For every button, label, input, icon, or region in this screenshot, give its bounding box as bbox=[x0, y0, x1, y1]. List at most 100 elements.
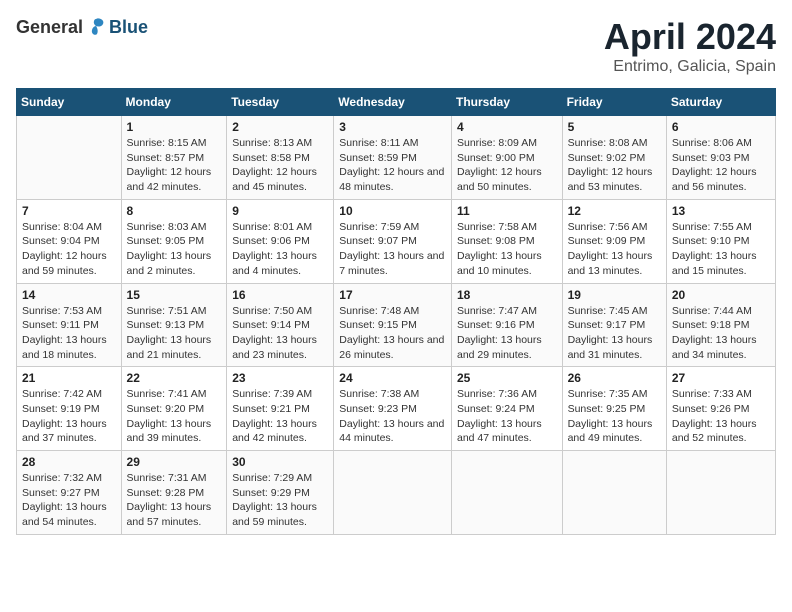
col-header-thursday: Thursday bbox=[451, 89, 562, 116]
day-number: 19 bbox=[568, 288, 661, 302]
day-cell: 25 Sunrise: 7:36 AMSunset: 9:24 PMDaylig… bbox=[451, 367, 562, 451]
day-info: Sunrise: 8:03 AMSunset: 9:05 PMDaylight:… bbox=[127, 220, 222, 279]
day-info: Sunrise: 7:29 AMSunset: 9:29 PMDaylight:… bbox=[232, 471, 328, 530]
day-info: Sunrise: 8:13 AMSunset: 8:58 PMDaylight:… bbox=[232, 136, 328, 195]
day-info: Sunrise: 7:47 AMSunset: 9:16 PMDaylight:… bbox=[457, 304, 557, 363]
day-number: 7 bbox=[22, 204, 116, 218]
title-area: April 2024 Entrimo, Galicia, Spain bbox=[604, 16, 776, 76]
day-cell: 5 Sunrise: 8:08 AMSunset: 9:02 PMDayligh… bbox=[562, 116, 666, 200]
day-number: 25 bbox=[457, 371, 557, 385]
day-info: Sunrise: 7:58 AMSunset: 9:08 PMDaylight:… bbox=[457, 220, 557, 279]
day-info: Sunrise: 7:36 AMSunset: 9:24 PMDaylight:… bbox=[457, 387, 557, 446]
day-number: 30 bbox=[232, 455, 328, 469]
day-number: 6 bbox=[672, 120, 770, 134]
day-cell: 9 Sunrise: 8:01 AMSunset: 9:06 PMDayligh… bbox=[227, 199, 334, 283]
week-row-2: 7 Sunrise: 8:04 AMSunset: 9:04 PMDayligh… bbox=[17, 199, 776, 283]
day-number: 3 bbox=[339, 120, 446, 134]
day-info: Sunrise: 7:59 AMSunset: 9:07 PMDaylight:… bbox=[339, 220, 446, 279]
day-number: 20 bbox=[672, 288, 770, 302]
day-number: 15 bbox=[127, 288, 222, 302]
day-info: Sunrise: 8:09 AMSunset: 9:00 PMDaylight:… bbox=[457, 136, 557, 195]
day-cell: 29 Sunrise: 7:31 AMSunset: 9:28 PMDaylig… bbox=[121, 451, 227, 535]
day-info: Sunrise: 7:48 AMSunset: 9:15 PMDaylight:… bbox=[339, 304, 446, 363]
day-cell: 10 Sunrise: 7:59 AMSunset: 9:07 PMDaylig… bbox=[334, 199, 452, 283]
logo-bird-icon bbox=[85, 16, 107, 38]
day-number: 28 bbox=[22, 455, 116, 469]
day-info: Sunrise: 8:04 AMSunset: 9:04 PMDaylight:… bbox=[22, 220, 116, 279]
day-cell: 1 Sunrise: 8:15 AMSunset: 8:57 PMDayligh… bbox=[121, 116, 227, 200]
day-info: Sunrise: 7:53 AMSunset: 9:11 PMDaylight:… bbox=[22, 304, 116, 363]
day-cell: 27 Sunrise: 7:33 AMSunset: 9:26 PMDaylig… bbox=[666, 367, 775, 451]
calendar-header-row: SundayMondayTuesdayWednesdayThursdayFrid… bbox=[17, 89, 776, 116]
day-cell: 28 Sunrise: 7:32 AMSunset: 9:27 PMDaylig… bbox=[17, 451, 122, 535]
day-cell: 17 Sunrise: 7:48 AMSunset: 9:15 PMDaylig… bbox=[334, 283, 452, 367]
day-info: Sunrise: 7:51 AMSunset: 9:13 PMDaylight:… bbox=[127, 304, 222, 363]
day-number: 22 bbox=[127, 371, 222, 385]
day-number: 4 bbox=[457, 120, 557, 134]
week-row-5: 28 Sunrise: 7:32 AMSunset: 9:27 PMDaylig… bbox=[17, 451, 776, 535]
day-info: Sunrise: 8:11 AMSunset: 8:59 PMDaylight:… bbox=[339, 136, 446, 195]
day-info: Sunrise: 7:35 AMSunset: 9:25 PMDaylight:… bbox=[568, 387, 661, 446]
day-number: 13 bbox=[672, 204, 770, 218]
day-info: Sunrise: 7:44 AMSunset: 9:18 PMDaylight:… bbox=[672, 304, 770, 363]
day-info: Sunrise: 8:06 AMSunset: 9:03 PMDaylight:… bbox=[672, 136, 770, 195]
day-cell: 24 Sunrise: 7:38 AMSunset: 9:23 PMDaylig… bbox=[334, 367, 452, 451]
day-info: Sunrise: 7:32 AMSunset: 9:27 PMDaylight:… bbox=[22, 471, 116, 530]
day-cell bbox=[451, 451, 562, 535]
day-cell: 19 Sunrise: 7:45 AMSunset: 9:17 PMDaylig… bbox=[562, 283, 666, 367]
week-row-1: 1 Sunrise: 8:15 AMSunset: 8:57 PMDayligh… bbox=[17, 116, 776, 200]
day-cell: 26 Sunrise: 7:35 AMSunset: 9:25 PMDaylig… bbox=[562, 367, 666, 451]
day-number: 16 bbox=[232, 288, 328, 302]
day-cell: 20 Sunrise: 7:44 AMSunset: 9:18 PMDaylig… bbox=[666, 283, 775, 367]
day-cell: 15 Sunrise: 7:51 AMSunset: 9:13 PMDaylig… bbox=[121, 283, 227, 367]
day-cell bbox=[17, 116, 122, 200]
day-info: Sunrise: 7:38 AMSunset: 9:23 PMDaylight:… bbox=[339, 387, 446, 446]
day-number: 14 bbox=[22, 288, 116, 302]
logo-text-general: General bbox=[16, 17, 83, 38]
day-number: 21 bbox=[22, 371, 116, 385]
day-info: Sunrise: 7:42 AMSunset: 9:19 PMDaylight:… bbox=[22, 387, 116, 446]
day-number: 5 bbox=[568, 120, 661, 134]
day-info: Sunrise: 8:15 AMSunset: 8:57 PMDaylight:… bbox=[127, 136, 222, 195]
col-header-friday: Friday bbox=[562, 89, 666, 116]
week-row-4: 21 Sunrise: 7:42 AMSunset: 9:19 PMDaylig… bbox=[17, 367, 776, 451]
day-cell bbox=[666, 451, 775, 535]
day-cell: 30 Sunrise: 7:29 AMSunset: 9:29 PMDaylig… bbox=[227, 451, 334, 535]
day-info: Sunrise: 7:45 AMSunset: 9:17 PMDaylight:… bbox=[568, 304, 661, 363]
day-cell: 13 Sunrise: 7:55 AMSunset: 9:10 PMDaylig… bbox=[666, 199, 775, 283]
day-number: 24 bbox=[339, 371, 446, 385]
day-info: Sunrise: 7:50 AMSunset: 9:14 PMDaylight:… bbox=[232, 304, 328, 363]
logo: General Blue bbox=[16, 16, 148, 38]
day-info: Sunrise: 7:56 AMSunset: 9:09 PMDaylight:… bbox=[568, 220, 661, 279]
day-cell bbox=[334, 451, 452, 535]
day-cell bbox=[562, 451, 666, 535]
day-number: 9 bbox=[232, 204, 328, 218]
day-number: 10 bbox=[339, 204, 446, 218]
day-number: 29 bbox=[127, 455, 222, 469]
day-number: 17 bbox=[339, 288, 446, 302]
day-cell: 8 Sunrise: 8:03 AMSunset: 9:05 PMDayligh… bbox=[121, 199, 227, 283]
day-cell: 3 Sunrise: 8:11 AMSunset: 8:59 PMDayligh… bbox=[334, 116, 452, 200]
col-header-monday: Monday bbox=[121, 89, 227, 116]
day-info: Sunrise: 7:31 AMSunset: 9:28 PMDaylight:… bbox=[127, 471, 222, 530]
day-number: 2 bbox=[232, 120, 328, 134]
day-number: 23 bbox=[232, 371, 328, 385]
main-title: April 2024 bbox=[604, 16, 776, 58]
day-number: 11 bbox=[457, 204, 557, 218]
day-number: 18 bbox=[457, 288, 557, 302]
day-cell: 12 Sunrise: 7:56 AMSunset: 9:09 PMDaylig… bbox=[562, 199, 666, 283]
day-cell: 11 Sunrise: 7:58 AMSunset: 9:08 PMDaylig… bbox=[451, 199, 562, 283]
day-cell: 6 Sunrise: 8:06 AMSunset: 9:03 PMDayligh… bbox=[666, 116, 775, 200]
day-cell: 2 Sunrise: 8:13 AMSunset: 8:58 PMDayligh… bbox=[227, 116, 334, 200]
day-number: 27 bbox=[672, 371, 770, 385]
day-cell: 21 Sunrise: 7:42 AMSunset: 9:19 PMDaylig… bbox=[17, 367, 122, 451]
day-info: Sunrise: 7:33 AMSunset: 9:26 PMDaylight:… bbox=[672, 387, 770, 446]
subtitle: Entrimo, Galicia, Spain bbox=[604, 58, 776, 76]
week-row-3: 14 Sunrise: 7:53 AMSunset: 9:11 PMDaylig… bbox=[17, 283, 776, 367]
col-header-sunday: Sunday bbox=[17, 89, 122, 116]
day-info: Sunrise: 8:01 AMSunset: 9:06 PMDaylight:… bbox=[232, 220, 328, 279]
day-cell: 18 Sunrise: 7:47 AMSunset: 9:16 PMDaylig… bbox=[451, 283, 562, 367]
day-number: 8 bbox=[127, 204, 222, 218]
day-cell: 16 Sunrise: 7:50 AMSunset: 9:14 PMDaylig… bbox=[227, 283, 334, 367]
day-info: Sunrise: 8:08 AMSunset: 9:02 PMDaylight:… bbox=[568, 136, 661, 195]
